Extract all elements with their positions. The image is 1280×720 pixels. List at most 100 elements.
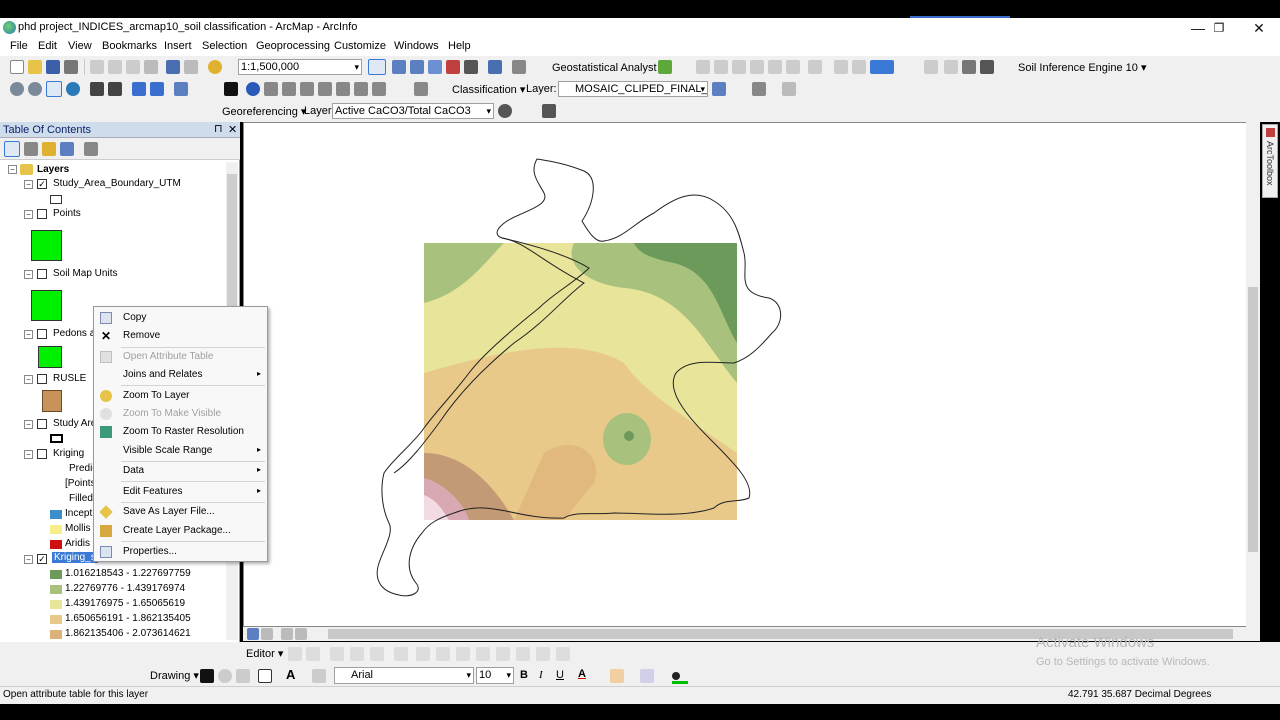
tool-i-icon[interactable] bbox=[852, 60, 866, 74]
create-viewer-icon[interactable] bbox=[372, 82, 386, 96]
select-elements-icon[interactable] bbox=[200, 669, 214, 683]
expand-layer-icon[interactable]: − bbox=[24, 420, 33, 429]
menu-help[interactable]: Help bbox=[448, 40, 471, 52]
expand-layer-icon[interactable]: − bbox=[24, 180, 33, 189]
fill-color-icon[interactable] bbox=[610, 669, 624, 683]
python-window-icon[interactable] bbox=[464, 60, 478, 74]
layer-kriging-selected[interactable]: Kriging_s bbox=[52, 552, 98, 563]
points-symbol[interactable] bbox=[31, 230, 62, 261]
legend-class-swatch[interactable] bbox=[50, 585, 62, 594]
add-data-icon[interactable] bbox=[208, 60, 222, 74]
edit-text-icon[interactable] bbox=[312, 669, 326, 683]
italic-button[interactable]: I bbox=[539, 669, 543, 681]
tool-a-icon[interactable] bbox=[696, 60, 710, 74]
identify-icon[interactable] bbox=[246, 82, 260, 96]
inceptisol-swatch[interactable] bbox=[50, 510, 62, 519]
measure-icon[interactable] bbox=[282, 82, 296, 96]
layer-study-area-boundary[interactable]: Study_Area_Boundary_UTM bbox=[53, 178, 181, 189]
editor-toolbar-icon[interactable] bbox=[368, 59, 386, 75]
layer-study-area[interactable]: Study Are bbox=[53, 418, 96, 429]
zoom-in-icon[interactable] bbox=[10, 82, 24, 96]
copy-icon[interactable] bbox=[108, 60, 122, 74]
soil-map-units-symbol[interactable] bbox=[31, 290, 62, 321]
tool-d-icon[interactable] bbox=[750, 60, 764, 74]
layer-rusle[interactable]: RUSLE bbox=[53, 373, 86, 384]
marker-color-icon[interactable] bbox=[672, 672, 680, 680]
tool-f-icon[interactable] bbox=[786, 60, 800, 74]
sketch-properties-icon[interactable] bbox=[536, 647, 550, 661]
arctoolbox-side-tab[interactable]: ArcToolbox bbox=[1262, 124, 1278, 198]
modelbuilder-icon[interactable] bbox=[488, 60, 502, 74]
ctx-save-as-layer-file[interactable]: Save As Layer File... bbox=[94, 503, 267, 521]
layer-visibility-checkbox[interactable]: ✓ bbox=[37, 554, 47, 564]
georef-layer-combo[interactable]: Active CaCO3/Total CaCO3 ▾ bbox=[332, 103, 494, 119]
fixed-zoom-out-icon[interactable] bbox=[108, 82, 122, 96]
pause-drawing-icon[interactable] bbox=[295, 628, 307, 640]
paste-icon[interactable] bbox=[126, 60, 140, 74]
split-icon[interactable] bbox=[476, 647, 490, 661]
time-slider-icon[interactable] bbox=[354, 82, 368, 96]
expand-layer-icon[interactable]: − bbox=[24, 555, 33, 564]
list-by-source-icon[interactable] bbox=[24, 142, 38, 156]
ctx-edit-features[interactable]: Edit Features ▸ bbox=[94, 483, 267, 501]
menu-file[interactable]: File bbox=[10, 40, 28, 52]
layers-root-label[interactable]: Layers bbox=[37, 164, 69, 175]
print-icon[interactable] bbox=[64, 60, 78, 74]
data-view-icon[interactable] bbox=[247, 628, 259, 640]
menu-bookmarks[interactable]: Bookmarks bbox=[102, 40, 157, 52]
back-extent-icon[interactable] bbox=[132, 82, 146, 96]
map-vscroll-thumb[interactable] bbox=[1248, 287, 1258, 552]
cut-icon[interactable] bbox=[90, 60, 104, 74]
new-document-icon[interactable] bbox=[10, 60, 24, 74]
font-color-button[interactable]: A bbox=[578, 668, 586, 680]
expand-layer-icon[interactable]: − bbox=[24, 270, 33, 279]
aridisol-swatch[interactable] bbox=[50, 540, 62, 549]
select-elements-icon[interactable] bbox=[224, 82, 238, 96]
font-size-combo[interactable]: 10 ▾ bbox=[476, 667, 514, 684]
expand-layer-icon[interactable]: − bbox=[24, 450, 33, 459]
full-extent-icon[interactable] bbox=[66, 82, 80, 96]
georeferencing-menu[interactable]: Georeferencing ▾ bbox=[222, 105, 306, 118]
layer-pedons[interactable]: Pedons a bbox=[53, 328, 95, 339]
map-vertical-scrollbar[interactable] bbox=[1246, 122, 1260, 627]
expand-layer-icon[interactable]: − bbox=[24, 210, 33, 219]
rotate-feature-icon[interactable] bbox=[496, 647, 510, 661]
layer-visibility-checkbox[interactable] bbox=[37, 449, 47, 459]
tool-m-icon[interactable] bbox=[980, 60, 994, 74]
catalog-window-icon[interactable] bbox=[410, 60, 424, 74]
legend-class-swatch[interactable] bbox=[50, 570, 62, 579]
ctx-zoom-to-make-visible[interactable]: Zoom To Make Visible bbox=[94, 405, 267, 423]
drawing-menu[interactable]: Drawing ▾ bbox=[150, 669, 199, 682]
zoom-to-selected-icon[interactable] bbox=[236, 669, 250, 683]
rectangle-icon[interactable] bbox=[258, 669, 272, 683]
rotate-element-icon[interactable] bbox=[218, 669, 232, 683]
kriging-sub-points[interactable]: [Points bbox=[65, 478, 96, 489]
open-folder-icon[interactable] bbox=[28, 60, 42, 74]
rotate-icon[interactable] bbox=[498, 104, 512, 118]
pan-icon[interactable] bbox=[46, 81, 62, 97]
toc-window-icon[interactable] bbox=[392, 60, 406, 74]
go-to-xy-icon[interactable] bbox=[336, 82, 350, 96]
layer-visibility-checkbox[interactable] bbox=[37, 209, 47, 219]
list-by-selection-icon[interactable] bbox=[60, 142, 74, 156]
menu-view[interactable]: View bbox=[68, 40, 92, 52]
layer-points[interactable]: Points bbox=[53, 208, 81, 219]
tool-e-icon[interactable] bbox=[768, 60, 782, 74]
bold-button[interactable]: B bbox=[520, 669, 528, 681]
font-name-combo[interactable]: Arial ▾ bbox=[334, 667, 474, 684]
select-features-icon[interactable] bbox=[174, 82, 188, 96]
swipe-icon[interactable] bbox=[414, 82, 428, 96]
geostatistical-analyst-menu[interactable]: Geostatistical Analyst ▾ bbox=[552, 61, 665, 74]
training-manager-icon[interactable] bbox=[712, 82, 726, 96]
menu-windows[interactable]: Windows bbox=[394, 40, 439, 52]
undo-icon[interactable] bbox=[166, 60, 180, 74]
attributes-icon[interactable] bbox=[516, 647, 530, 661]
line-color-icon[interactable] bbox=[640, 669, 654, 683]
classification-layer-combo[interactable]: MOSAIC_CLIPED_FINAL_2 ▾ bbox=[558, 81, 708, 97]
geostat-wizard-icon[interactable] bbox=[658, 60, 672, 74]
whats-this-icon[interactable] bbox=[512, 60, 526, 74]
classification-menu[interactable]: Classification ▾ bbox=[452, 83, 525, 96]
pedons-symbol[interactable] bbox=[38, 346, 62, 368]
edit-tool-icon[interactable] bbox=[288, 647, 302, 661]
legend-class-label[interactable]: 1.439176975 - 1.65065619 bbox=[65, 598, 185, 609]
